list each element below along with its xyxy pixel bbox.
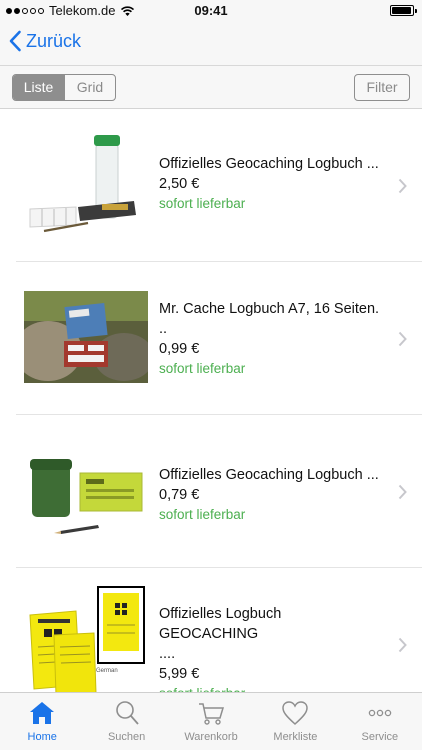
tab-label: Suchen — [107, 731, 146, 743]
tab-service[interactable]: Service — [338, 693, 422, 750]
tab-wishlist[interactable]: Merkliste — [253, 693, 337, 750]
view-mode-segment: Liste Grid — [12, 74, 116, 101]
filter-button[interactable]: Filter — [354, 74, 410, 101]
product-price: 0,99 € — [159, 341, 200, 357]
battery-icon — [390, 5, 417, 16]
heart-icon — [282, 701, 309, 726]
product-availability: sofort lieferbar — [159, 684, 384, 692]
product-title-continuation: .. — [159, 321, 168, 337]
list-item[interactable]: Mr. Cache Logbuch A7, 16 Seiten. .. 0,99… — [0, 262, 422, 415]
search-icon — [115, 701, 139, 725]
product-price: 0,79 € — [159, 487, 200, 503]
status-bar: Telekom.de 09:41 — [0, 0, 422, 22]
product-info: Offizielles Logbuch GEOCACHING .... 5,99… — [159, 604, 384, 692]
tab-bar: Home Suchen Warenkorb Merkliste Service — [0, 692, 422, 750]
product-title: Offizielles Geocaching Logbuch ... — [159, 156, 379, 172]
product-info: Offizielles Geocaching Logbuch ... 0,79 … — [159, 465, 384, 525]
list-item[interactable]: Offizielles Geocaching Logbuch ... 0,79 … — [0, 415, 422, 568]
product-image — [29, 135, 136, 233]
product-availability: sofort lieferbar — [159, 361, 246, 376]
battery-level — [392, 7, 411, 14]
image-caption: German — [96, 668, 118, 674]
grid-view-button[interactable]: Grid — [64, 75, 115, 100]
chevron-right-icon — [398, 178, 407, 193]
home-icon — [30, 702, 55, 724]
product-title-continuation: .... — [159, 646, 176, 662]
product-title: Offizielles Logbuch GEOCACHING — [159, 606, 282, 642]
view-toolbar: Liste Grid Filter — [0, 66, 422, 109]
tab-search[interactable]: Suchen — [84, 693, 168, 750]
back-label: Zurück — [26, 30, 82, 51]
product-availability: sofort lieferbar — [159, 196, 246, 211]
chevron-left-icon — [9, 30, 21, 52]
list-view-button[interactable]: Liste — [13, 75, 64, 100]
tab-label: Home — [27, 731, 57, 743]
product-title: Mr. Cache Logbuch A7, 16 Seiten. — [159, 301, 380, 317]
product-image — [24, 291, 148, 383]
tab-label: Merkliste — [273, 731, 318, 743]
chevron-right-icon — [398, 637, 407, 652]
product-price: 5,99 € — [159, 666, 200, 682]
product-price: 2,50 € — [159, 176, 200, 192]
navigation-bar: Zurück — [0, 22, 422, 66]
product-availability: sofort lieferbar — [159, 507, 246, 522]
chevron-right-icon — [398, 331, 407, 346]
product-list: Offizielles Geocaching Logbuch ... 2,50 … — [0, 109, 422, 692]
tab-cart[interactable]: Warenkorb — [169, 693, 253, 750]
chevron-right-icon — [398, 484, 407, 499]
product-image — [30, 459, 143, 534]
tab-label: Warenkorb — [184, 731, 238, 743]
tab-label: Service — [361, 731, 399, 743]
product-info: Offizielles Geocaching Logbuch ... 2,50 … — [159, 154, 384, 214]
cart-icon — [199, 703, 225, 725]
list-item[interactable]: German Offizielles Logbuch GEOCACHING ..… — [0, 568, 422, 692]
list-item[interactable]: Offizielles Geocaching Logbuch ... 2,50 … — [0, 109, 422, 262]
status-time: 09:41 — [194, 3, 228, 18]
back-button[interactable]: Zurück — [8, 30, 81, 52]
tab-home[interactable]: Home — [0, 693, 84, 750]
product-title: Offizielles Geocaching Logbuch ... — [159, 467, 379, 483]
more-icon — [368, 709, 392, 717]
product-info: Mr. Cache Logbuch A7, 16 Seiten. .. 0,99… — [159, 299, 384, 379]
product-image — [29, 586, 145, 692]
